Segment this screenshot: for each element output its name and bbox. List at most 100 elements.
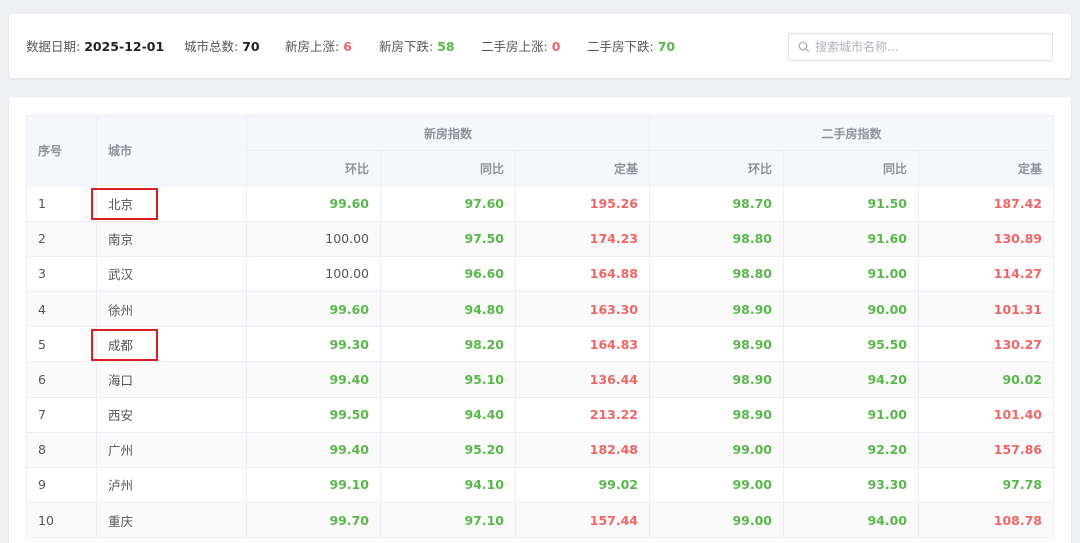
cell-city: 南京	[96, 220, 247, 257]
cell-new-mom: 99.10	[246, 466, 381, 504]
cell-used-yoy: 95.50	[783, 326, 919, 363]
cell-used-base: 90.02	[918, 361, 1054, 398]
search-input[interactable]	[815, 34, 1047, 60]
cell-new-base: 136.44	[515, 361, 650, 398]
cell-new-yoy: 95.10	[380, 361, 516, 398]
cell-new-mom: 99.60	[246, 185, 381, 222]
table-row[interactable]: 8 广州 99.40 95.20 182.48 99.00 92.20 157.86	[26, 431, 1054, 468]
cell-new-mom: 100.00	[246, 255, 381, 292]
cell-used-yoy: 93.30	[783, 466, 919, 504]
header-used-mom: 环比	[649, 150, 784, 187]
stat-new-up-label: 新房上涨:	[285, 39, 340, 54]
stat-used-up: 二手房上涨: 0	[481, 39, 560, 55]
cell-index: 4	[26, 290, 97, 328]
table-row[interactable]: 9 泸州 99.10 94.10 99.02 99.00 93.30 97.78	[26, 466, 1054, 504]
city-label: 北京	[91, 187, 158, 220]
cell-city: 广州	[96, 431, 247, 468]
cell-used-base: 101.31	[918, 290, 1054, 328]
cell-index: 9	[26, 466, 97, 504]
cell-used-mom: 99.00	[649, 431, 784, 468]
cell-new-yoy: 94.40	[380, 396, 516, 433]
cell-used-mom: 98.70	[649, 185, 784, 222]
stat-used-down-label: 二手房下跌:	[587, 39, 654, 54]
table-row[interactable]: 7 西安 99.50 94.40 213.22 98.90 91.00 101.40	[26, 396, 1054, 433]
cell-new-base: 164.88	[515, 255, 650, 292]
header-new-base: 定基	[515, 150, 650, 187]
cell-new-yoy: 97.60	[380, 185, 516, 222]
highlight-box	[91, 328, 158, 361]
cell-city: 西安	[96, 396, 247, 433]
cell-used-base: 187.42	[918, 185, 1054, 222]
cell-new-base: 174.23	[515, 220, 650, 257]
cell-used-mom: 98.90	[649, 326, 784, 363]
stat-date: 数据日期: 2025-12-01	[26, 39, 164, 55]
cell-used-base: 114.27	[918, 255, 1054, 292]
header-new-mom: 环比	[246, 150, 381, 187]
cell-used-mom: 98.90	[649, 290, 784, 328]
cell-index: 10	[26, 502, 97, 539]
table-row[interactable]: 5 成都 99.30 98.20 164.83 98.90 95.50 130.27	[26, 326, 1054, 363]
cell-used-base: 130.89	[918, 220, 1054, 257]
cell-used-mom: 98.90	[649, 361, 784, 398]
stat-new-down-value: 58	[437, 39, 455, 54]
cell-new-mom: 99.50	[246, 396, 381, 433]
cell-used-base: 157.86	[918, 431, 1054, 468]
cell-used-mom: 98.90	[649, 396, 784, 433]
header-new-yoy: 同比	[380, 150, 516, 187]
cell-city: 海口	[96, 361, 247, 398]
cell-used-yoy: 91.00	[783, 255, 919, 292]
stat-used-down: 二手房下跌: 70	[587, 39, 675, 55]
cell-index: 8	[26, 431, 97, 468]
highlight-box	[91, 187, 158, 220]
cell-index: 6	[26, 361, 97, 398]
cell-used-base: 108.78	[918, 502, 1054, 539]
stat-total-label: 城市总数:	[184, 39, 239, 54]
cell-used-yoy: 91.60	[783, 220, 919, 257]
cell-used-yoy: 90.00	[783, 290, 919, 328]
price-index-table: 序号 城市 新房指数 二手房指数 环比 同比 定基 环比 同比 定基 1 北京 99…	[26, 114, 1054, 539]
cell-new-base: 182.48	[515, 431, 650, 468]
cell-used-mom: 99.00	[649, 466, 784, 504]
cell-city: 泸州	[96, 466, 247, 504]
header-used-house-group: 二手房指数	[649, 114, 1054, 152]
cell-used-mom: 99.00	[649, 502, 784, 539]
cell-used-yoy: 91.50	[783, 185, 919, 222]
cell-index: 7	[26, 396, 97, 433]
table-row[interactable]: 10 重庆 99.70 97.10 157.44 99.00 94.00 108.78	[26, 502, 1054, 539]
stat-used-up-label: 二手房上涨:	[481, 39, 548, 54]
stat-date-label: 数据日期:	[26, 39, 81, 54]
cell-new-yoy: 95.20	[380, 431, 516, 468]
cell-used-yoy: 92.20	[783, 431, 919, 468]
cell-used-mom: 98.80	[649, 255, 784, 292]
table-row[interactable]: 2 南京 100.00 97.50 174.23 98.80 91.60 130.89	[26, 220, 1054, 257]
stat-total-cities: 城市总数: 70	[184, 39, 260, 55]
cell-new-yoy: 98.20	[380, 326, 516, 363]
cell-index: 5	[26, 326, 97, 363]
cell-used-yoy: 91.00	[783, 396, 919, 433]
stat-total-value: 70	[242, 39, 260, 54]
index-table-panel: 序号 城市 新房指数 二手房指数 环比 同比 定基 环比 同比 定基 1 北京 99…	[9, 97, 1071, 543]
table-row[interactable]: 6 海口 99.40 95.10 136.44 98.90 94.20 90.02	[26, 361, 1054, 398]
cell-city: 北京	[91, 185, 247, 222]
table-row[interactable]: 4 徐州 99.60 94.80 163.30 98.90 90.00 101.31	[26, 290, 1054, 328]
cell-new-base: 213.22	[515, 396, 650, 433]
cell-used-base: 97.78	[918, 466, 1054, 504]
table-row[interactable]: 3 武汉 100.00 96.60 164.88 98.80 91.00 114.27	[26, 255, 1054, 292]
search-box[interactable]	[788, 33, 1053, 61]
cell-city: 武汉	[96, 255, 247, 292]
cell-new-mom: 99.60	[246, 290, 381, 328]
stat-date-value: 2025-12-01	[84, 39, 165, 54]
cell-new-base: 163.30	[515, 290, 650, 328]
cell-used-base: 101.40	[918, 396, 1054, 433]
cell-index: 2	[26, 220, 97, 257]
header-used-base: 定基	[918, 150, 1054, 187]
cell-new-yoy: 94.80	[380, 290, 516, 328]
cell-new-mom: 100.00	[246, 220, 381, 257]
header-index: 序号	[26, 114, 97, 187]
table-body: 1 北京 99.60 97.60 195.26 98.70 91.50 187.42 2 南京 1…	[26, 185, 1054, 539]
stat-used-down-value: 70	[657, 39, 676, 54]
cell-new-base: 164.83	[515, 326, 650, 363]
stat-new-up: 新房上涨: 6	[285, 39, 352, 55]
table-row[interactable]: 1 北京 99.60 97.60 195.26 98.70 91.50 187.42	[26, 185, 1054, 222]
cell-new-base: 157.44	[515, 502, 650, 539]
